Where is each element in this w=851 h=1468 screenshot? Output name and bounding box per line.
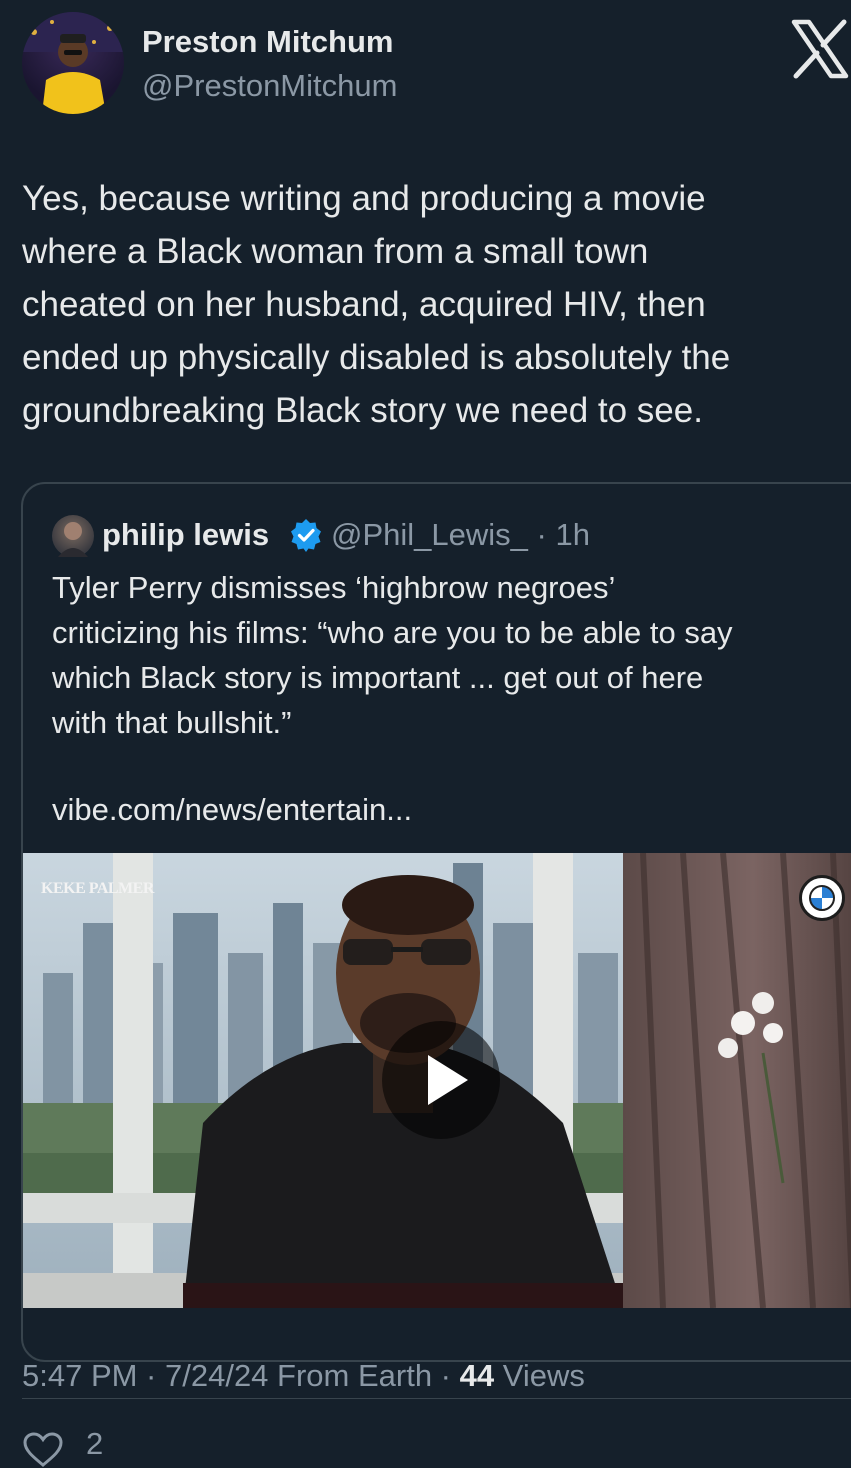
- tweet-meta: 5:47 PM · 7/24/24 From Earth · 44 Views: [22, 1358, 585, 1394]
- quoted-text-line: which Black story is important ... get o…: [52, 660, 704, 695]
- author-avatar[interactable]: [22, 12, 124, 114]
- x-logo-icon[interactable]: [790, 18, 850, 80]
- tweet-text-line: Yes, because writing and producing a mov…: [22, 179, 706, 218]
- timestamp[interactable]: 5:47 PM · 7/24/24 From Earth ·: [22, 1358, 460, 1393]
- tweet-text-line: where a Black woman from a small town: [22, 232, 649, 271]
- author-name[interactable]: Preston Mitchum: [142, 24, 393, 60]
- bmw-logo-icon: [799, 875, 845, 921]
- quoted-text-line: with that bullshit.”: [52, 705, 292, 740]
- play-icon[interactable]: [382, 1021, 500, 1139]
- quoted-handle-time[interactable]: @Phil_Lewis_ · 1h: [331, 517, 590, 553]
- quoted-text: Tyler Perry dismisses ‘highbrow negroes’…: [52, 565, 842, 745]
- quoted-text-line: Tyler Perry dismisses ‘highbrow negroes’: [52, 570, 616, 605]
- verified-badge-icon: [289, 518, 323, 552]
- tweet-text: Yes, because writing and producing a mov…: [22, 172, 832, 437]
- views-count: 44: [459, 1358, 495, 1393]
- quoted-author-avatar[interactable]: [52, 515, 94, 557]
- author-handle[interactable]: @PrestonMitchum: [142, 68, 397, 104]
- heart-icon: [23, 1432, 63, 1467]
- video-media[interactable]: KEKE PALMER: [23, 853, 851, 1308]
- quoted-text-line: criticizing his films: “who are you to b…: [52, 615, 733, 650]
- views-label: Views: [494, 1358, 585, 1393]
- quoted-link[interactable]: vibe.com/news/entertain...: [52, 792, 412, 828]
- quoted-author-name[interactable]: philip lewis: [102, 517, 269, 553]
- like-count: 2: [86, 1426, 104, 1461]
- tweet-text-line: groundbreaking Black story we need to se…: [22, 391, 703, 430]
- quoted-tweet[interactable]: philip lewis @Phil_Lewis_ · 1h Tyler Per…: [21, 482, 851, 1362]
- tweet-text-line: ended up physically disabled is absolute…: [22, 338, 731, 377]
- tweet-text-line: cheated on her husband, acquired HIV, th…: [22, 285, 706, 324]
- show-logo: KEKE PALMER: [41, 880, 154, 897]
- divider: [22, 1398, 851, 1399]
